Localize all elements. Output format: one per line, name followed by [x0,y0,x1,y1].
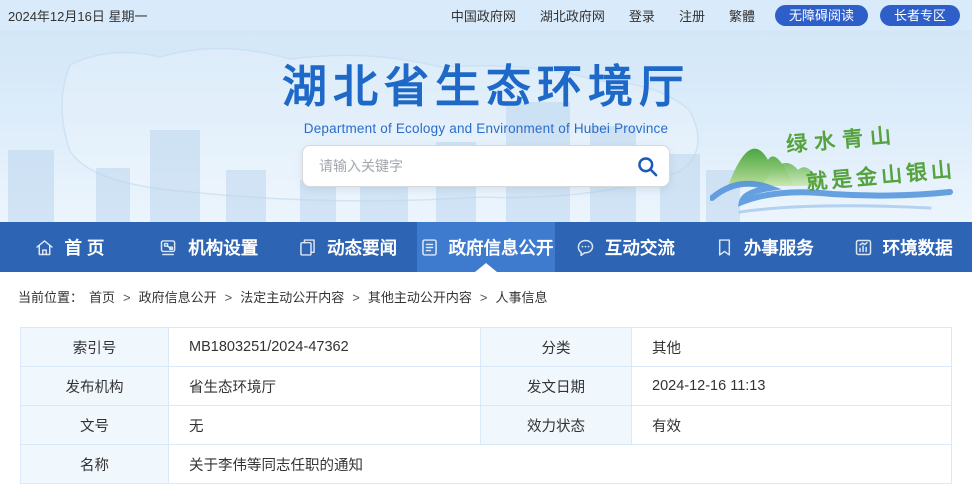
nav-item-label: 首 页 [64,235,104,260]
field-value: 其他 [632,328,952,367]
news-icon [297,237,318,258]
nav-item-label: 机构设置 [188,235,258,260]
field-label: 索引号 [21,328,169,367]
nav-item-1[interactable]: 机构设置 [139,222,278,272]
top-links: 中国政府网 湖北政府网 登录 注册 繁體 [451,6,755,25]
breadcrumb-separator: > [225,290,233,305]
top-link-2[interactable]: 登录 [629,6,655,25]
field-value: MB1803251/2024-47362 [169,328,481,367]
breadcrumb-separator: > [352,290,360,305]
field-label: 名称 [21,445,169,484]
nav-item-2[interactable]: 动态要闻 [278,222,417,272]
slogan-graphic: 绿水青山 就是金山银山 [710,102,958,220]
main-nav: 首 页 机构设置 动态要闻 政府信息公开 互动交流 办事服务 环境数据 [0,222,972,272]
nav-item-label: 动态要闻 [327,235,397,260]
nav-item-label: 办事服务 [744,235,814,260]
top-bar-right: 中国政府网 湖北政府网 登录 注册 繁體 无障碍阅读长者专区 [451,5,960,26]
data-icon [853,237,874,258]
top-link-4[interactable]: 繁體 [729,6,755,25]
breadcrumb-item-4[interactable]: 人事信息 [495,290,547,305]
search-icon [636,155,659,178]
nav-item-4[interactable]: 互动交流 [555,222,694,272]
breadcrumb-item-1[interactable]: 政府信息公开 [139,290,217,305]
top-pills: 无障碍阅读长者专区 [775,5,960,26]
date-text: 2024年12月16日 星期一 [8,6,147,25]
nav-item-0[interactable]: 首 页 [0,222,139,272]
home-icon [34,237,55,258]
field-value: 省生态环境厅 [169,367,481,406]
nav-item-label: 政府信息公开 [449,235,554,260]
field-value: 无 [169,406,481,445]
nav-item-5[interactable]: 办事服务 [694,222,833,272]
site-logo[interactable]: 湖北省生态环境厅 Department of Ecology and Envir… [276,50,696,136]
field-value: 关于李伟等同志任职的通知 [169,445,952,484]
search-input[interactable] [303,146,625,186]
field-label: 发布机构 [21,367,169,406]
breadcrumb: 当前位置： 首页 > 政府信息公开 > 法定主动公开内容 > 其他主动公开内容 > 人事信息 [0,272,972,306]
top-link-3[interactable]: 注册 [679,6,705,25]
chat-icon [575,237,596,258]
breadcrumb-item-0[interactable]: 首页 [89,290,115,305]
breadcrumb-separator: > [480,290,488,305]
site-subtitle: Department of Ecology and Environment of… [276,121,696,136]
nav-item-6[interactable]: 环境数据 [833,222,972,272]
page: 2024年12月16日 星期一 中国政府网 湖北政府网 登录 注册 繁體 无障碍阅读长者… [0,0,972,504]
org-icon [158,237,179,258]
breadcrumb-items: 首页 > 政府信息公开 > 法定主动公开内容 > 其他主动公开内容 > 人事信息 [89,290,547,305]
bookmark-icon [714,237,735,258]
field-label: 分类 [481,328,632,367]
breadcrumb-item-3[interactable]: 其他主动公开内容 [368,290,472,305]
breadcrumb-prefix: 当前位置： [18,290,83,305]
search-box [302,145,670,187]
breadcrumb-separator: > [123,290,131,305]
pill-button-0[interactable]: 无障碍阅读 [775,5,868,26]
nav-item-label: 互动交流 [605,235,675,260]
document-icon [419,237,440,258]
field-label: 发文日期 [481,367,632,406]
content-area: 当前位置： 首页 > 政府信息公开 > 法定主动公开内容 > 其他主动公开内容 > 人事信息 索引… [0,272,972,504]
field-value: 有效 [632,406,952,445]
field-label: 效力状态 [481,406,632,445]
top-link-0[interactable]: 中国政府网 [451,6,516,25]
info-table: 索引号MB1803251/2024-47362分类其他发布机构省生态环境厅发文日… [20,327,952,484]
field-label: 文号 [21,406,169,445]
breadcrumb-item-2[interactable]: 法定主动公开内容 [240,290,344,305]
search-button[interactable] [625,146,669,186]
site-header: 湖北省生态环境厅 Department of Ecology and Envir… [0,30,972,222]
nav-item-3[interactable]: 政府信息公开 [417,222,556,272]
field-value: 2024-12-16 11:13 [632,367,952,406]
top-link-1[interactable]: 湖北政府网 [540,6,605,25]
site-title: 湖北省生态环境厅 [276,50,696,115]
pill-button-1[interactable]: 长者专区 [880,5,960,26]
nav-item-label: 环境数据 [883,235,953,260]
top-bar: 2024年12月16日 星期一 中国政府网 湖北政府网 登录 注册 繁體 无障碍阅读长者… [0,0,972,30]
